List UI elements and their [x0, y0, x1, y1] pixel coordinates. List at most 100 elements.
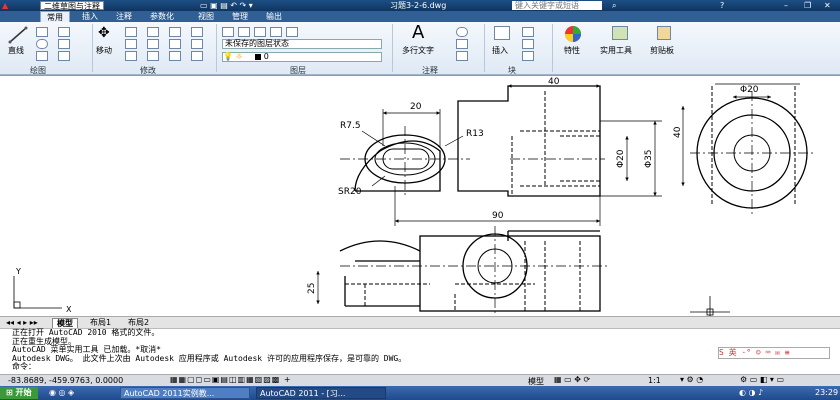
move-icon[interactable]: ✥	[98, 25, 110, 41]
hatch-icon[interactable]	[58, 39, 70, 49]
create-block-icon[interactable]	[522, 27, 534, 37]
layer-properties-icon[interactable]	[222, 27, 234, 37]
tab-parametric[interactable]: 参数化	[144, 11, 180, 22]
tab-layout1[interactable]: 布局1	[86, 318, 115, 328]
utilities-button[interactable]: 实用工具	[600, 45, 632, 56]
mirror-icon[interactable]	[147, 39, 159, 49]
insert-block-icon[interactable]	[494, 26, 510, 40]
sun-icon: ☼	[235, 52, 243, 61]
rectangle-icon[interactable]	[58, 27, 70, 37]
drawing-canvas[interactable]: R7.5 20 R13 SR20 40 90 Φ20 Φ35 40 Φ20 25…	[0, 75, 840, 316]
start-button[interactable]: ⊞ 开始	[0, 387, 38, 399]
taskbar-item-autocad[interactable]: AutoCAD 2011 - [习...	[256, 387, 386, 399]
drafting-toggles[interactable]: ▦▦▢◻▭▣▤◫▥▦▧▨▩ +	[170, 375, 292, 384]
erase-icon[interactable]	[169, 27, 181, 37]
extend-icon[interactable]	[191, 51, 203, 61]
command-line: Autodesk DWG。 此文件上次由 Autodesk 应用程序或 Auto…	[12, 353, 407, 363]
tab-annotate[interactable]: 注释	[110, 11, 138, 22]
search-icon[interactable]: ⌕	[612, 0, 616, 11]
line-button[interactable]: 直线	[8, 45, 24, 56]
scale-icon[interactable]	[147, 51, 159, 61]
edit-block-icon[interactable]	[522, 39, 534, 49]
annotation-scale[interactable]: 1:1	[648, 376, 661, 385]
clipboard-button[interactable]: 剪贴板	[650, 45, 674, 56]
line-icon[interactable]	[8, 26, 28, 44]
taskbar-item-tutorial[interactable]: AutoCAD 2011实例教...	[120, 387, 250, 399]
ribbon: 直线 ✥ 移动 未保存的图层状态 💡 ☼ 0 A 多行文字 插入 特性 实用工具…	[0, 22, 840, 75]
clipboard-icon[interactable]	[657, 26, 671, 40]
clock: 23:29	[815, 388, 839, 397]
tray-icons[interactable]: ◐ ◑ ♪	[736, 387, 766, 399]
layer-color-swatch	[255, 53, 262, 60]
multileader-icon[interactable]	[456, 39, 468, 49]
layer-icon-5[interactable]	[286, 27, 298, 37]
block-attr-icon[interactable]	[522, 51, 534, 61]
dim-phi35: Φ35	[644, 149, 654, 168]
ucs-icon	[13, 276, 62, 309]
tab-nav-arrows[interactable]: ◂◂ ◂ ▸ ▸▸	[2, 318, 42, 328]
dim-r75: R7.5	[340, 121, 361, 131]
dim-20-top: 20	[410, 102, 422, 112]
dim-r13: R13	[466, 129, 484, 139]
tab-output[interactable]: 输出	[260, 11, 288, 22]
tab-insert[interactable]: 插入	[76, 11, 104, 22]
utilities-icon[interactable]	[612, 26, 628, 40]
dim-phi20-front: Φ20	[616, 149, 626, 168]
layer-icon-4[interactable]	[270, 27, 282, 37]
app-logo-icon[interactable]: ▲	[2, 0, 8, 11]
dim-40-side: 40	[673, 126, 683, 138]
minimize-icon[interactable]: –	[784, 0, 788, 11]
side-view	[681, 83, 815, 216]
search-input[interactable]: 键入关键字或短语	[512, 1, 602, 10]
layout-tabs: ◂◂ ◂ ▸ ▸▸ 模型 布局1 布局2	[0, 316, 840, 330]
ime-toolbar[interactable]: S 英 ·° ☺ ⌨ ✉ ≡	[718, 347, 830, 359]
explode-icon[interactable]	[191, 27, 203, 37]
dim-40-front: 40	[548, 77, 560, 87]
array-icon[interactable]	[169, 51, 181, 61]
quick-access-icons[interactable]: ▭ ▣ ▤ ↶ ↷ ▾	[200, 0, 253, 11]
insert-button[interactable]: 插入	[492, 45, 508, 56]
fillet-icon[interactable]	[169, 39, 181, 49]
offset-icon[interactable]	[191, 39, 203, 49]
stretch-icon[interactable]	[125, 51, 137, 61]
tab-layout2[interactable]: 布局2	[124, 318, 153, 328]
command-window[interactable]: 正在打开 AutoCAD 2010 格式的文件。 正在重生成模型。 AutoCA…	[0, 328, 840, 374]
command-prompt[interactable]: 命令：	[12, 362, 840, 372]
polyline-icon[interactable]	[36, 27, 48, 37]
mtext-button[interactable]: 多行文字	[402, 45, 434, 56]
layer-icon-2[interactable]	[238, 27, 250, 37]
crosshair-cursor	[690, 296, 730, 316]
table-icon[interactable]	[456, 51, 468, 61]
properties-icon[interactable]	[564, 25, 582, 43]
annotation-icons[interactable]: ▾ ⚙ ◔	[680, 375, 703, 384]
restore-icon[interactable]: ❐	[804, 0, 811, 11]
layer-icon-3[interactable]	[254, 27, 266, 37]
properties-button[interactable]: 特性	[564, 45, 580, 56]
dim-90: 90	[492, 211, 504, 221]
tab-manage[interactable]: 管理	[226, 11, 254, 22]
circle-icon[interactable]	[36, 39, 48, 49]
help-icon[interactable]: ?	[720, 0, 724, 11]
file-title: 习题3-2-6.dwg	[390, 1, 447, 10]
mtext-icon[interactable]: A	[412, 22, 424, 43]
copy-icon[interactable]	[125, 39, 137, 49]
ellipse-icon[interactable]	[58, 51, 70, 61]
quick-launch-icons[interactable]: ◉ ◎ ◈	[46, 387, 77, 399]
dim-sr20: SR20	[338, 187, 362, 197]
trim-icon[interactable]	[147, 27, 159, 37]
workspace-icons[interactable]: ⚙ ▭ ◧ ▾ ▭	[740, 375, 784, 384]
layout-view-icons[interactable]: ▦ ▭ ✥ ⟳	[554, 375, 590, 384]
layer-dropdown[interactable]: 💡 ☼ 0	[222, 52, 382, 62]
layer-state-dropdown[interactable]: 未保存的图层状态	[222, 39, 382, 49]
close-icon[interactable]: ✕	[824, 0, 831, 11]
arc-icon[interactable]	[36, 51, 48, 61]
tab-view[interactable]: 视图	[192, 11, 220, 22]
dimension-icon[interactable]	[456, 27, 468, 37]
coordinates-readout[interactable]: -83.8689, -459.9763, 0.0000	[8, 376, 123, 385]
workspace-dropdown[interactable]: 二维草图与注释	[40, 1, 104, 11]
move-button[interactable]: 移动	[96, 45, 112, 56]
rotate-icon[interactable]	[125, 27, 137, 37]
ucs-x-label: X	[66, 305, 72, 314]
dim-25: 25	[307, 283, 317, 294]
tab-home[interactable]: 常用	[40, 11, 70, 22]
